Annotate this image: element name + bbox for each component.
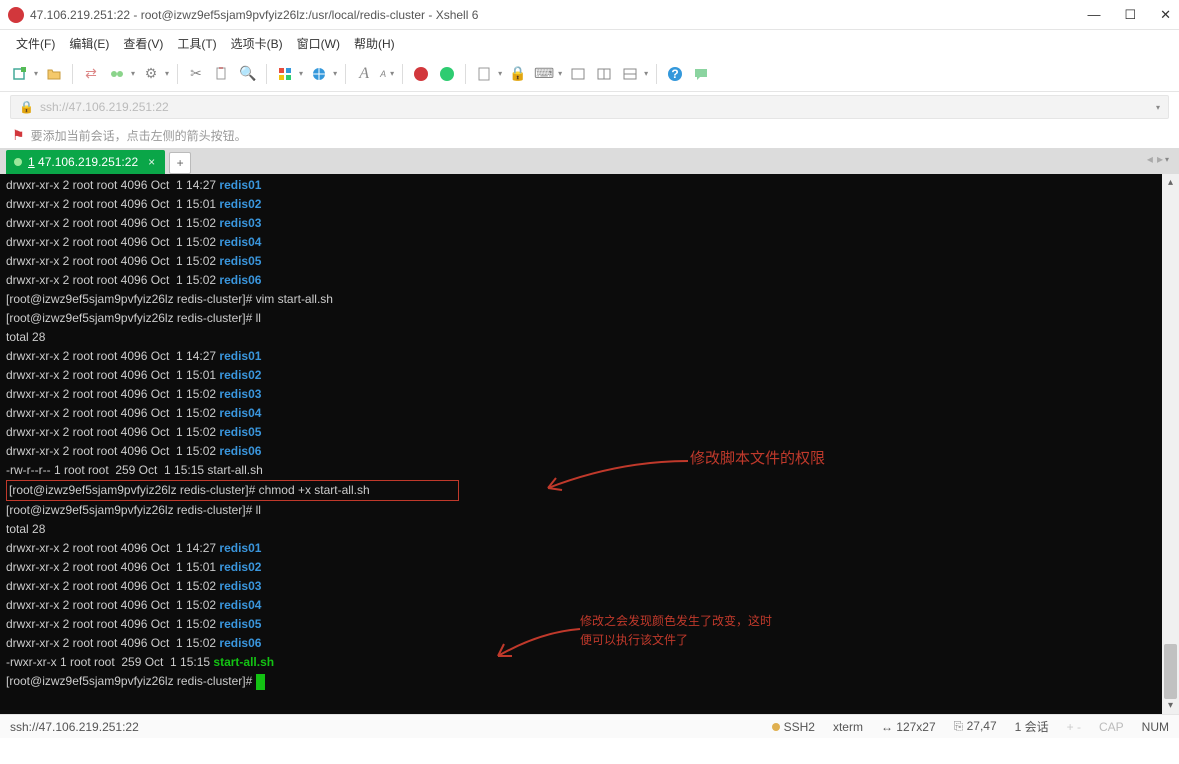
menu-view[interactable]: 查看(V): [123, 35, 163, 52]
menu-edit[interactable]: 编辑(E): [69, 35, 109, 52]
status-sessions: 1 会话: [1015, 718, 1049, 735]
copy-icon[interactable]: ✂: [186, 64, 206, 84]
status-cap: CAP: [1099, 720, 1124, 734]
address-text: ssh://47.106.219.251:22: [40, 100, 169, 114]
titlebar: 47.106.219.251:22 - root@izwz9ef5sjam9pv…: [0, 0, 1179, 30]
paste-icon[interactable]: [212, 64, 232, 84]
svg-text:?: ?: [671, 67, 678, 81]
chat-icon[interactable]: [691, 64, 711, 84]
annotation-2-line1: 修改之会发现颜色发生了改变，这时: [580, 612, 772, 631]
keyboard-icon[interactable]: ⌨: [534, 64, 554, 84]
minimize-button[interactable]: —: [1087, 7, 1100, 23]
open-icon[interactable]: [44, 64, 64, 84]
xftp-icon[interactable]: [437, 64, 457, 84]
toolbar: ▾ ⇄ ▾ ⚙▾ ✂ 🔍 ▾ ▾ AA▾ ▾ 🔒 ⌨▾ ▾ ?: [0, 56, 1179, 92]
address-dropdown-icon[interactable]: ▾: [1156, 103, 1160, 112]
terminal[interactable]: drwxr-xr-x 2 root root 4096 Oct 1 14:27 …: [0, 174, 1179, 714]
status-sep: + -: [1067, 720, 1081, 734]
tab-label: 1 47.106.219.251:22: [28, 155, 138, 169]
annotation-2: 修改之会发现颜色发生了改变，这时 便可以执行该文件了: [580, 612, 772, 650]
window-title: 47.106.219.251:22 - root@izwz9ef5sjam9pv…: [30, 8, 1087, 22]
close-button[interactable]: ✕: [1160, 7, 1171, 23]
properties-icon[interactable]: ⚙: [141, 64, 161, 84]
app-icon: [8, 7, 24, 23]
status-pos: ⎘ 27,47: [954, 719, 997, 734]
tab-prev-icon[interactable]: ◂: [1147, 152, 1153, 166]
layout3-icon[interactable]: [620, 64, 640, 84]
xshell-icon[interactable]: [411, 64, 431, 84]
hint-text: 要添加当前会话，点击左侧的箭头按钮。: [31, 127, 247, 144]
session-tab[interactable]: 1 47.106.219.251:22 ×: [6, 150, 165, 174]
tab-next-icon[interactable]: ▸: [1157, 152, 1163, 166]
status-term: xterm: [833, 720, 863, 734]
menu-tabs[interactable]: 选项卡(B): [231, 35, 283, 52]
menu-tools[interactable]: 工具(T): [177, 35, 216, 52]
layout2-icon[interactable]: [594, 64, 614, 84]
maximize-button[interactable]: ☐: [1124, 7, 1136, 23]
address-bar: 🔒 ssh://47.106.219.251:22 ▾: [0, 92, 1179, 122]
lock-icon[interactable]: 🔒: [508, 64, 528, 84]
font-icon[interactable]: A: [354, 64, 374, 84]
reconnect-icon[interactable]: ⇄: [81, 64, 101, 84]
scrollbar[interactable]: ▴ ▾: [1162, 174, 1179, 714]
status-bar: ssh://47.106.219.251:22 SSH2 xterm ↔ 127…: [0, 714, 1179, 738]
flag-icon: ⚑: [12, 127, 25, 144]
status-left: ssh://47.106.219.251:22: [10, 720, 139, 734]
tab-close-icon[interactable]: ×: [148, 155, 155, 169]
menu-help[interactable]: 帮助(H): [354, 35, 395, 52]
layout1-icon[interactable]: [568, 64, 588, 84]
menubar: 文件(F) 编辑(E) 查看(V) 工具(T) 选项卡(B) 窗口(W) 帮助(…: [0, 30, 1179, 56]
menu-file[interactable]: 文件(F): [16, 35, 55, 52]
disconnect-icon[interactable]: [107, 64, 127, 84]
tab-bar: 1 47.106.219.251:22 × + ◂ ▸ ▾: [0, 148, 1179, 174]
status-size: ↔ 127x27: [881, 720, 936, 734]
scroll-down-icon[interactable]: ▾: [1162, 697, 1179, 714]
globe-icon[interactable]: [309, 64, 329, 84]
color-icon[interactable]: [275, 64, 295, 84]
lock-small-icon: 🔒: [19, 100, 34, 114]
script-icon[interactable]: [474, 64, 494, 84]
scrollbar-thumb[interactable]: [1164, 644, 1177, 699]
new-session-icon[interactable]: [10, 64, 30, 84]
status-num: NUM: [1142, 720, 1169, 734]
find-icon[interactable]: 🔍: [238, 64, 258, 84]
hint-bar: ⚑ 要添加当前会话，点击左侧的箭头按钮。: [0, 122, 1179, 148]
tab-menu-icon[interactable]: ▾: [1165, 155, 1169, 164]
annotation-2-line2: 便可以执行该文件了: [580, 631, 772, 650]
address-input[interactable]: 🔒 ssh://47.106.219.251:22 ▾: [10, 95, 1169, 119]
tab-status-dot-icon: [14, 158, 22, 166]
status-ssh: SSH2: [772, 720, 815, 734]
annotation-1: 修改脚本文件的权限: [690, 450, 825, 469]
help-icon[interactable]: ?: [665, 64, 685, 84]
menu-window[interactable]: 窗口(W): [297, 35, 340, 52]
new-tab-button[interactable]: +: [169, 152, 191, 174]
scroll-up-icon[interactable]: ▴: [1162, 174, 1179, 191]
